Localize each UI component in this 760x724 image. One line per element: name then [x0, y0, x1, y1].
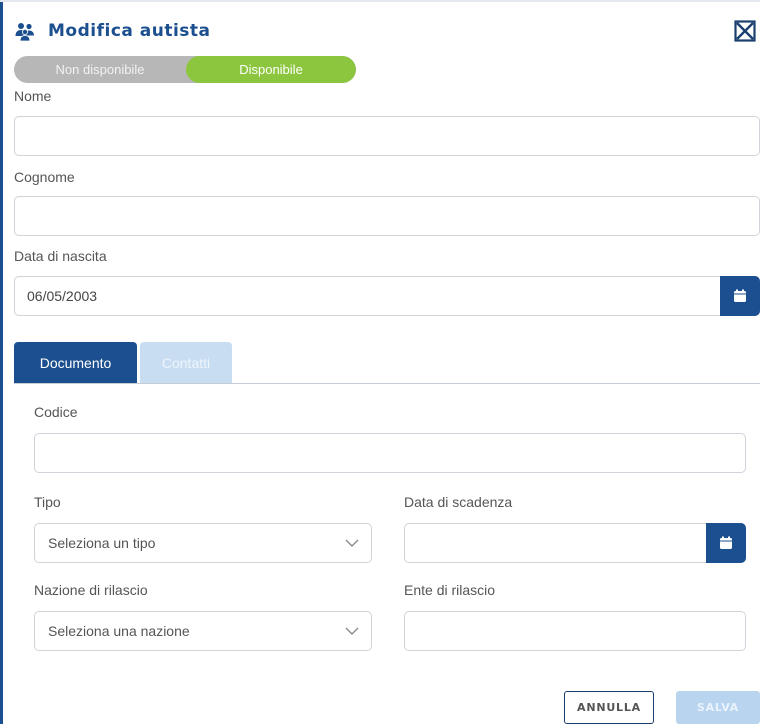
nome-label: Nome [14, 88, 52, 104]
tipo-selected-value: Seleziona un tipo [48, 535, 156, 551]
dialog-top-border [0, 0, 760, 2]
nome-input[interactable] [14, 116, 760, 156]
toggle-option-disponibile[interactable]: Disponibile [186, 56, 356, 83]
chevron-down-icon [345, 627, 359, 635]
tab-contatti[interactable]: Contatti [140, 342, 232, 384]
calendar-icon [734, 289, 746, 302]
close-icon[interactable] [734, 20, 756, 42]
ente-rilascio-input[interactable] [404, 611, 746, 651]
dialog-left-border [0, 0, 3, 724]
nazione-rilascio-select[interactable]: Seleziona una nazione [34, 611, 372, 651]
availability-toggle[interactable]: Non disponibile Disponibile [14, 56, 356, 83]
cognome-input[interactable] [14, 196, 760, 236]
tipo-label: Tipo [34, 494, 61, 510]
nazione-rilascio-label: Nazione di rilascio [34, 582, 148, 598]
cognome-label: Cognome [14, 169, 75, 185]
tab-documento[interactable]: Documento [14, 342, 137, 384]
data-nascita-value: 06/05/2003 [27, 288, 98, 304]
codice-input[interactable] [34, 433, 746, 473]
users-icon [15, 23, 34, 42]
ente-rilascio-label: Ente di rilascio [404, 582, 496, 598]
tipo-select[interactable]: Seleziona un tipo [34, 523, 372, 563]
data-nascita-calendar-button[interactable] [720, 276, 760, 316]
annulla-button[interactable]: ANNULLA [564, 691, 654, 724]
chevron-down-icon [345, 539, 359, 547]
nazione-rilascio-selected-value: Seleziona una nazione [48, 623, 190, 639]
calendar-icon [720, 536, 732, 549]
data-nascita-input[interactable]: 06/05/2003 [14, 276, 722, 316]
dialog-title: Modifica autista [48, 21, 211, 41]
codice-label: Codice [34, 404, 78, 420]
tabs-divider [14, 383, 760, 384]
toggle-option-non-disponibile[interactable]: Non disponibile [14, 56, 186, 83]
data-scadenza-calendar-button[interactable] [706, 523, 746, 563]
data-scadenza-input[interactable] [404, 523, 708, 563]
dialog-header: Modifica autista [14, 18, 211, 44]
data-nascita-label: Data di nascita [14, 248, 107, 264]
salva-button[interactable]: SALVA [676, 691, 760, 724]
data-scadenza-label: Data di scadenza [404, 494, 513, 510]
